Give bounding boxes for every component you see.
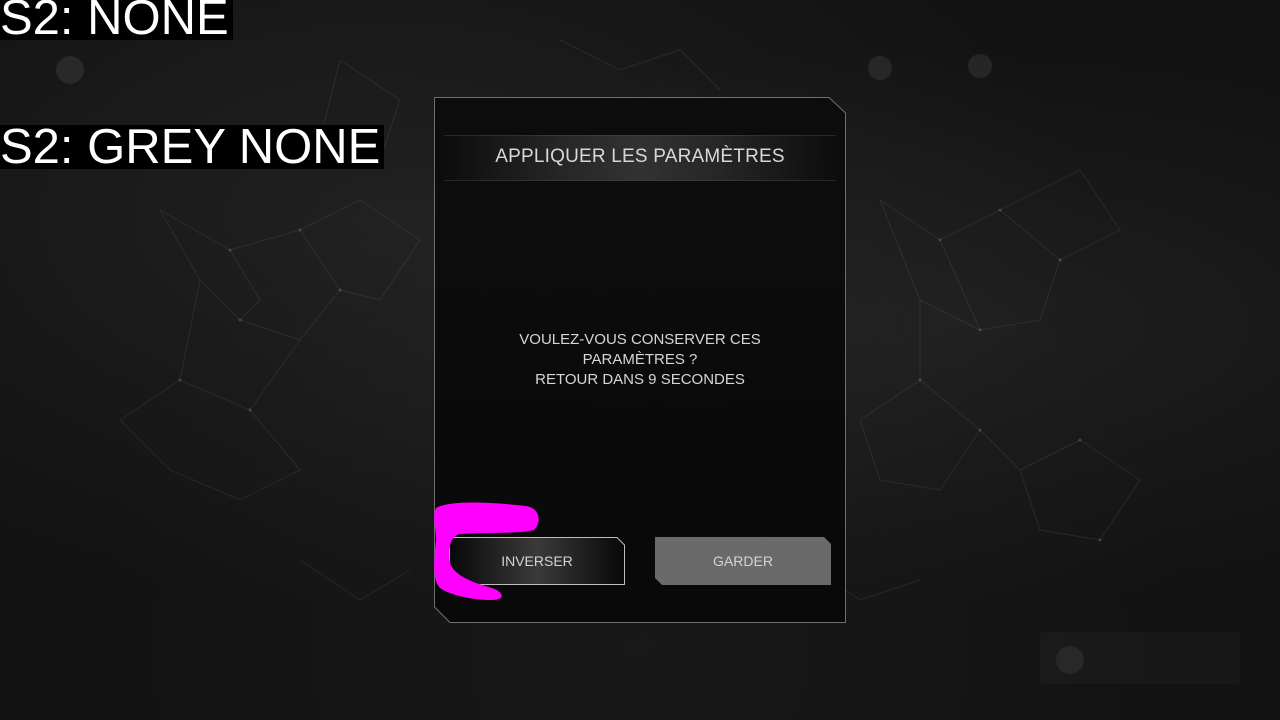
confirm-question: VOULEZ-VOUS CONSERVER CES PARAMÈTRES ? bbox=[519, 331, 761, 368]
focus-highlight-marker bbox=[434, 502, 539, 600]
keep-button[interactable]: GARDER bbox=[655, 537, 831, 585]
game-screen: S2: NONE S2: GREY NONE APPLIQUER LES PAR… bbox=[0, 0, 1280, 720]
debug-overlay-line-1: S2: NONE bbox=[0, 0, 233, 43]
debug-overlay-line-2: S2: GREY NONE bbox=[0, 123, 385, 172]
dialog-title: APPLIQUER LES PARAMÈTRES bbox=[495, 146, 785, 167]
revert-countdown: RETOUR DANS 9 SECONDES bbox=[535, 371, 745, 388]
keep-button-label: GARDER bbox=[713, 553, 773, 569]
dialog-message: VOULEZ-VOUS CONSERVER CES PARAMÈTRES ? R… bbox=[490, 330, 790, 390]
